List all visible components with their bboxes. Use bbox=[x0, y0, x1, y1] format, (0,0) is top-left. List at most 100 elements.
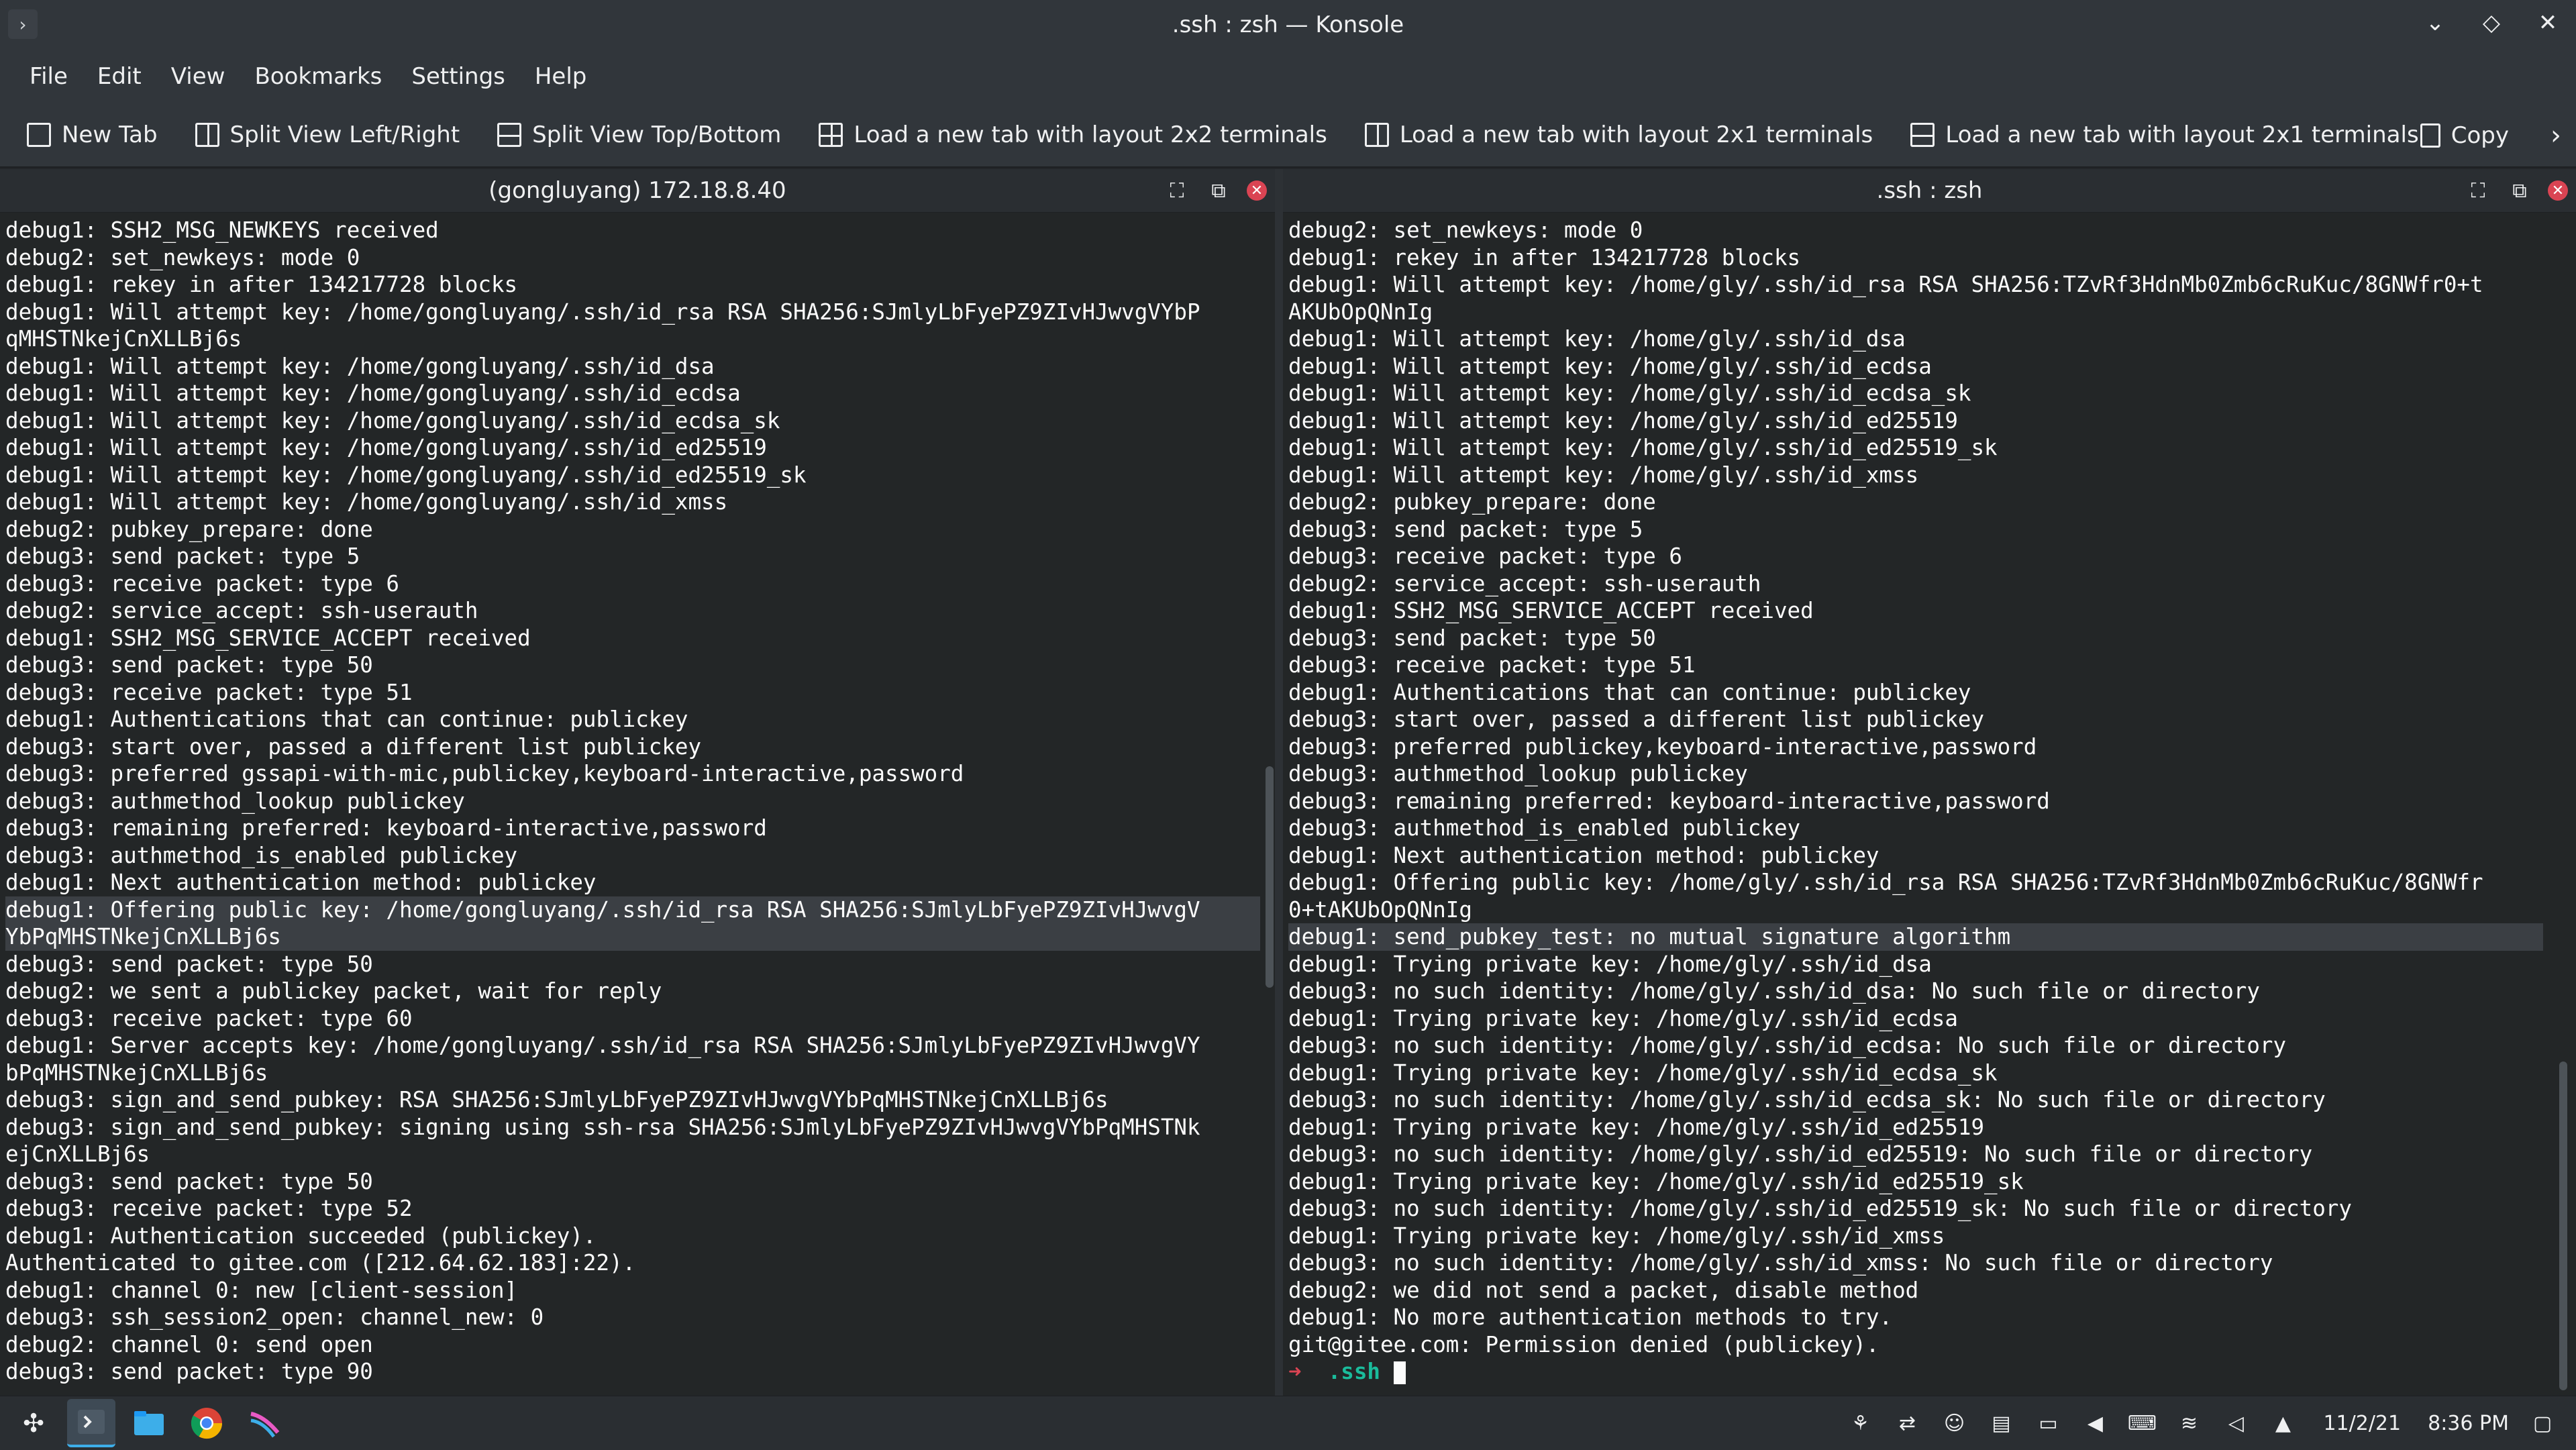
terminal-line: debug3: sign_and_send_pubkey: RSA SHA256… bbox=[5, 1087, 1109, 1112]
maximize-icon[interactable]: ◇ bbox=[2477, 8, 2506, 38]
maximize-pane-icon[interactable]: ⛶ bbox=[1164, 177, 1190, 204]
layout-2x1-vertical-button[interactable]: Load a new tab with layout 2x1 terminals bbox=[1364, 121, 1873, 148]
terminal-line: debug3: authmethod_lookup publickey bbox=[1288, 761, 1748, 786]
menu-settings[interactable]: Settings bbox=[397, 63, 519, 90]
pane-header-right: .ssh : zsh ⛶ ⧉ ✕ bbox=[1283, 169, 2576, 213]
terminal-cursor bbox=[1393, 1361, 1406, 1384]
chrome-browser-icon[interactable] bbox=[183, 1399, 231, 1447]
keyboard-icon[interactable]: ⌨ bbox=[2128, 1410, 2157, 1437]
menu-file[interactable]: File bbox=[15, 63, 83, 90]
terminal-pane-left[interactable]: (gongluyang) 172.18.8.40 ⛶ ⧉ ✕ debug1: S… bbox=[0, 169, 1275, 1396]
menu-view[interactable]: View bbox=[156, 63, 240, 90]
tray-expand-icon[interactable]: ▲ bbox=[2269, 1410, 2296, 1437]
terminal-line: debug2: pubkey_prepare: done bbox=[5, 516, 373, 542]
terminal-line: debug2: service_accept: ssh-userauth bbox=[5, 598, 478, 623]
volume-icon[interactable]: ◀ bbox=[2081, 1410, 2108, 1437]
close-pane-icon[interactable]: ✕ bbox=[1247, 180, 1267, 201]
terminal-line: debug3: send packet: type 90 bbox=[5, 1359, 373, 1384]
terminal-line: debug2: pubkey_prepare: done bbox=[1288, 489, 1656, 515]
terminal-line: debug3: sign_and_send_pubkey: signing us… bbox=[5, 1114, 1200, 1140]
minimize-icon[interactable]: ⌄ bbox=[2420, 8, 2450, 38]
layout-2x1-horizontal-button[interactable]: Load a new tab with layout 2x1 terminals bbox=[1910, 121, 2419, 148]
terminal-line: debug2: set_newkeys: mode 0 bbox=[5, 244, 360, 270]
menu-bookmarks[interactable]: Bookmarks bbox=[240, 63, 397, 90]
prompt-directory: .ssh bbox=[1327, 1359, 1380, 1384]
terminal-line: debug1: Will attempt key: /home/gongluya… bbox=[5, 380, 741, 406]
app-launcher-icon[interactable]: ✣ bbox=[9, 1399, 58, 1447]
terminal-line: debug1: Trying private key: /home/gly/.s… bbox=[1288, 951, 1932, 977]
copy-button[interactable]: Copy bbox=[2420, 103, 2509, 168]
close-pane-icon[interactable]: ✕ bbox=[2548, 180, 2568, 201]
terminal-line: debug3: send packet: type 50 bbox=[1288, 625, 1656, 651]
terminal-line: debug1: SSH2_MSG_SERVICE_ACCEPT received bbox=[5, 625, 531, 651]
menu-edit[interactable]: Edit bbox=[83, 63, 156, 90]
terminal-line: debug3: send packet: type 50 bbox=[5, 652, 373, 678]
pane-actions-right: ⛶ ⧉ ✕ bbox=[2465, 177, 2568, 204]
terminal-line: debug3: send packet: type 50 bbox=[5, 951, 373, 977]
terminal-line: bPqMHSTNkejCnXLLBj6s bbox=[5, 1059, 268, 1086]
terminal-line: debug3: receive packet: type 60 bbox=[5, 1005, 413, 1031]
new-tab-button[interactable]: New Tab bbox=[27, 121, 158, 148]
tray-time[interactable]: 8:36 PM bbox=[2428, 1412, 2509, 1435]
maximize-pane-icon[interactable]: ⛶ bbox=[2465, 177, 2491, 204]
terminal-line: debug3: no such identity: /home/gly/.ssh… bbox=[1288, 978, 2260, 1004]
detach-pane-icon[interactable]: ⧉ bbox=[1205, 177, 1232, 204]
konsole-task-icon[interactable] bbox=[67, 1399, 115, 1447]
terminal-line: debug1: Will attempt key: /home/gly/.ssh… bbox=[1288, 380, 1971, 406]
mute-icon[interactable]: ◁ bbox=[2222, 1410, 2249, 1437]
split-horizontal-icon bbox=[497, 123, 522, 147]
terminal-line: debug3: remaining preferred: keyboard-in… bbox=[1288, 788, 2050, 814]
terminal-output-right[interactable]: debug2: set_newkeys: mode 0 debug1: rekey… bbox=[1283, 213, 2543, 1386]
terminal-line: debug3: start over, passed a different l… bbox=[1288, 707, 1985, 732]
clipboard-icon[interactable]: ▤ bbox=[1988, 1410, 2014, 1437]
device-icon[interactable]: ▭ bbox=[2034, 1410, 2061, 1437]
split-top-bottom-button[interactable]: Split View Top/Bottom bbox=[497, 121, 781, 148]
layout-2x1-vertical-label: Load a new tab with layout 2x1 terminals bbox=[1399, 121, 1873, 148]
toolbar-overflow-icon[interactable]: › bbox=[2551, 103, 2561, 168]
menu-help[interactable]: Help bbox=[520, 63, 602, 90]
terminal-line: debug3: ssh_session2_open: channel_new: … bbox=[5, 1304, 544, 1330]
user-icon[interactable]: ☺ bbox=[1941, 1410, 1967, 1437]
layout-2x2-button[interactable]: Load a new tab with layout 2x2 terminals bbox=[819, 121, 1327, 148]
terminal-pane-right[interactable]: .ssh : zsh ⛶ ⧉ ✕ debug2: set_newkeys: mo… bbox=[1283, 169, 2576, 1396]
copy-icon bbox=[2420, 123, 2440, 148]
close-icon[interactable]: ✕ bbox=[2533, 8, 2563, 38]
terminal-line: debug1: Trying private key: /home/gly/.s… bbox=[1288, 1168, 2024, 1194]
terminal-line: debug3: authmethod_is_enabled publickey bbox=[1288, 815, 1801, 841]
detach-pane-icon[interactable]: ⧉ bbox=[2506, 177, 2533, 204]
taskbar: ✣ ⚘ ⇄ ☺ ▤ ▭ ◀ ⌨ ≋ ◁ ▲ 11/2/21 8:36 PM ▢ bbox=[0, 1396, 2576, 1450]
show-desktop-icon[interactable]: ▢ bbox=[2529, 1410, 2556, 1437]
network-share-icon[interactable]: ⇄ bbox=[1894, 1410, 1920, 1437]
tray-date[interactable]: 11/2/21 bbox=[2323, 1412, 2401, 1435]
terminal-line: debug1: SSH2_MSG_NEWKEYS received bbox=[5, 217, 439, 243]
konsole-app-icon[interactable]: › bbox=[8, 9, 38, 39]
layout-2x1-horizontal-label: Load a new tab with layout 2x1 terminals bbox=[1945, 121, 2419, 148]
window-controls: ⌄ ◇ ✕ bbox=[2420, 8, 2563, 38]
terminal-line: debug1: Authentications that can continu… bbox=[5, 707, 688, 732]
terminal-line: debug1: Will attempt key: /home/gongluya… bbox=[5, 407, 780, 433]
terminal-line: qMHSTNkejCnXLLBj6s bbox=[5, 326, 242, 352]
terminal-line: debug3: authmethod_lookup publickey bbox=[5, 788, 465, 814]
terminal-line: debug1: Will attempt key: /home/gly/.ssh… bbox=[1288, 435, 1998, 460]
kde-app-icon[interactable] bbox=[240, 1399, 289, 1447]
terminal-line: debug2: we sent a publickey packet, wait… bbox=[5, 978, 662, 1004]
split-divider[interactable] bbox=[1275, 169, 1283, 1396]
terminal-line: debug1: rekey in after 134217728 blocks bbox=[1288, 244, 1801, 270]
layout-2x2-label: Load a new tab with layout 2x2 terminals bbox=[854, 121, 1327, 148]
scrollbar-right[interactable] bbox=[2559, 1061, 2567, 1390]
file-manager-icon[interactable] bbox=[125, 1399, 173, 1447]
scrollbar-left[interactable] bbox=[1266, 766, 1274, 988]
terminal-line: debug2: set_newkeys: mode 0 bbox=[1288, 217, 1643, 243]
terminal-line: debug3: receive packet: type 6 bbox=[1288, 543, 1682, 569]
layout-grid-icon bbox=[819, 123, 843, 147]
terminal-line: debug3: send packet: type 50 bbox=[5, 1168, 373, 1194]
notifications-icon[interactable]: ⚘ bbox=[1847, 1410, 1873, 1437]
terminal-line: debug3: receive packet: type 51 bbox=[1288, 652, 1696, 678]
terminal-output-left[interactable]: debug1: SSH2_MSG_NEWKEYS received debug2:… bbox=[0, 213, 1260, 1386]
shell-prompt[interactable]: ➜ .ssh bbox=[1288, 1358, 2543, 1386]
terminal-line: debug1: No more authentication methods t… bbox=[1288, 1304, 1893, 1330]
wifi-icon[interactable]: ≋ bbox=[2175, 1410, 2202, 1437]
split-left-right-button[interactable]: Split View Left/Right bbox=[195, 121, 460, 148]
terminal-line: debug1: Will attempt key: /home/gly/.ssh… bbox=[1288, 462, 1919, 488]
split-vertical-icon bbox=[195, 123, 219, 147]
